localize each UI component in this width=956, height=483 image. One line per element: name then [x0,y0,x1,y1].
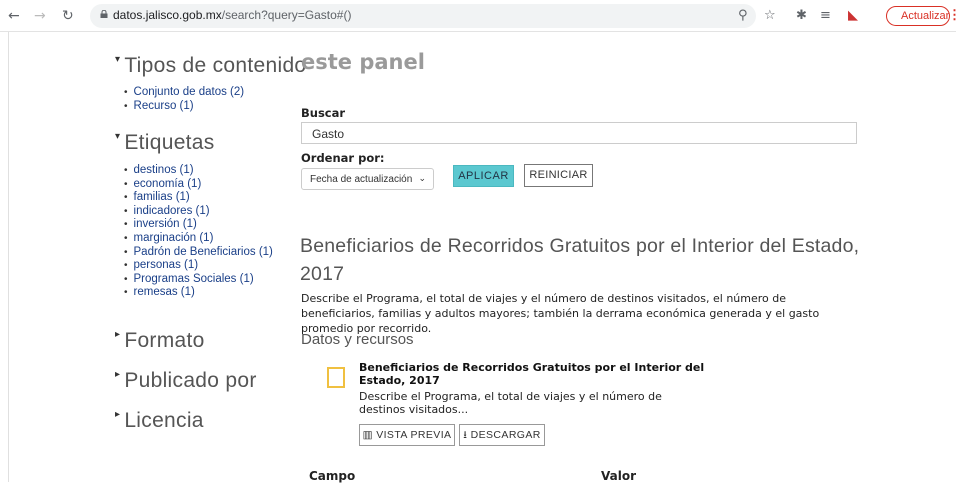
facet-list-tipos: Conjunto de datos (2) Recurso (1) [124,86,245,114]
search-input[interactable]: Gasto [301,122,857,144]
sort-selected-value: Fecha de actualización [310,174,413,185]
facet-item[interactable]: indicadores (1) [124,205,273,219]
facet-title-etiquetas[interactable]: ▾ Etiquetas [115,131,215,155]
url-host: datos.jalisco.gob.mx [113,8,222,22]
facet-item[interactable]: Recurso (1) [124,100,244,114]
caret-icon: ▾ [115,54,121,65]
facet-item[interactable]: destinos (1) [124,164,273,178]
facet-item[interactable]: familias (1) [124,191,273,205]
dataset-title[interactable]: Beneficiarios de Recorridos Gratuitos po… [300,232,860,288]
caret-right-icon: ▸ [115,369,121,380]
browser-toolbar: ← → ↻ datos.jalisco.gob.mx/search?query=… [0,0,956,32]
facet-title-tipos[interactable]: ▾ Tipos de contenido [115,54,306,78]
facet-item[interactable]: personas (1) [124,259,273,273]
lock-icon [100,10,108,18]
sort-label: Ordenar por: [301,151,385,165]
url-path: /search?query=Gasto#() [221,8,352,22]
facet-title-label: Formato [124,329,205,352]
table-header-campo: Campo [309,469,356,483]
caret-icon: ▾ [115,131,121,142]
download-icon: ⭳ [463,429,471,441]
caret-right-icon: ▸ [115,329,121,340]
file-icon [327,367,345,388]
extensions-icon[interactable]: ✱ [796,8,807,24]
facet-title-label: Publicado por [124,369,257,392]
facet-item[interactable]: remesas (1) [124,286,273,300]
apply-button[interactable]: APLICAR [453,165,514,187]
facet-title-formato[interactable]: ▸ Formato [115,329,205,353]
caret-right-icon: ▸ [115,409,121,420]
reload-icon[interactable]: ↻ [62,8,74,24]
url-text[interactable]: datos.jalisco.gob.mx/search?query=Gasto#… [113,8,351,22]
reading-list-icon[interactable]: ≡ [820,8,831,24]
preview-button[interactable]: ▥ VISTA PREVIA [359,424,455,446]
facet-title-publicado[interactable]: ▸ Publicado por [115,369,257,393]
chart-icon: ▥ [362,429,377,441]
dataset-description: Describe el Programa, el total de viajes… [301,292,820,335]
facet-item[interactable]: Padrón de Beneficiarios (1) [124,246,273,260]
reset-button[interactable]: REINICIAR [524,164,593,187]
facet-item[interactable]: marginación (1) [124,232,273,246]
facet-item[interactable]: Conjunto de datos (2) [124,86,245,100]
download-button[interactable]: ⭳ DESCARGAR [459,424,545,446]
facet-item[interactable]: economía (1) [124,178,273,192]
panel-title: este panel [301,50,425,74]
resource-title[interactable]: Beneficiarios de Recorridos Gratuitos po… [359,361,729,387]
forward-icon[interactable]: → [34,8,46,24]
facet-title-licencia[interactable]: ▸ Licencia [115,409,204,433]
facet-item[interactable]: Programas Sociales (1) [124,273,273,287]
bookmark-star-icon[interactable]: ☆ [764,8,776,24]
chevron-down-icon: ⌄ [418,173,426,183]
update-label: Actualizar [901,10,950,22]
table-header-valor: Valor [601,469,637,483]
back-icon[interactable]: ← [8,8,20,24]
sort-select[interactable]: Fecha de actualización ⌄ [301,168,434,190]
preview-label: VISTA PREVIA [376,429,452,441]
zoom-icon[interactable]: ⚲ [738,8,748,24]
page-divider [8,32,9,482]
search-label: Buscar [301,106,346,120]
facet-list-etiquetas: destinos (1) economía (1) familias (1) i… [124,164,273,300]
resource-description: Describe el Programa, el total de viajes… [359,390,662,416]
facet-title-label: Licencia [124,409,204,432]
profile-icon[interactable]: ◣ [848,8,858,24]
facet-item[interactable]: inversión (1) [124,218,273,232]
download-label: DESCARGAR [470,429,541,441]
facet-title-label: Tipos de contenido [124,54,307,77]
resources-heading: Datos y recursos [301,331,414,348]
more-menu-icon[interactable]: ⋮ [948,6,956,24]
facet-title-label: Etiquetas [124,131,215,154]
update-button[interactable]: Actualizar ⋮ [886,6,956,26]
